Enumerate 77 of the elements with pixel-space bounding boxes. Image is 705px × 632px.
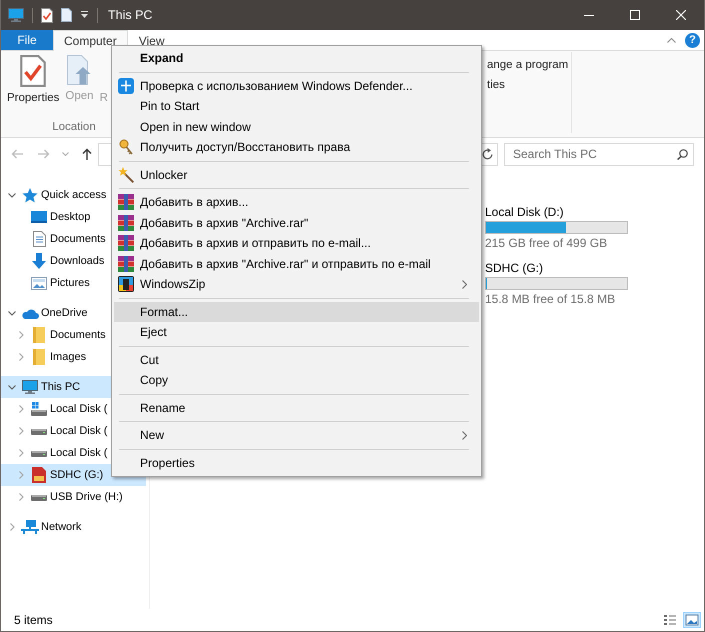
menu-item[interactable]: Eject xyxy=(114,322,479,342)
document-icon xyxy=(32,231,46,247)
menu-item[interactable]: Expand xyxy=(114,48,479,68)
shield-icon xyxy=(118,78,134,94)
monitor-icon xyxy=(22,380,38,394)
drive-icon xyxy=(31,428,47,434)
drive-name: SDHC (G:) xyxy=(485,261,543,275)
free-space-label: 215 GB free of 499 GB xyxy=(485,236,608,250)
desktop-icon xyxy=(31,211,47,223)
nav-item[interactable]: Network xyxy=(1,516,146,538)
help-button[interactable]: ? xyxy=(685,32,700,48)
back-arrow-icon[interactable] xyxy=(11,149,23,159)
chevron-down-icon[interactable] xyxy=(62,152,69,156)
chevron-icon[interactable] xyxy=(8,384,16,390)
details-view-icon[interactable] xyxy=(661,612,679,628)
chevron-icon xyxy=(462,280,467,289)
forward-arrow-icon[interactable] xyxy=(38,149,50,159)
books-icon xyxy=(118,256,134,272)
item-count: 5 items xyxy=(14,613,53,627)
close-icon xyxy=(676,10,686,20)
chevron-up-icon[interactable] xyxy=(667,38,676,42)
maximize-icon xyxy=(630,10,640,20)
drive-icon xyxy=(31,494,47,500)
books-icon xyxy=(118,194,134,210)
chevron-icon[interactable] xyxy=(8,192,16,198)
books-icon xyxy=(118,214,134,231)
cloud-icon xyxy=(21,308,39,318)
sd-card-icon xyxy=(32,467,46,483)
file-tab[interactable]: File xyxy=(1,30,53,50)
nav-item[interactable]: USB Drive (H:) xyxy=(1,486,146,508)
down-arrow-icon xyxy=(32,253,46,269)
menu-item[interactable]: Добавить в архив "Archive.rar" и отправить по e-mail xyxy=(114,254,479,274)
document-check-icon[interactable] xyxy=(41,8,53,22)
page-icon[interactable] xyxy=(61,8,72,22)
up-arrow-icon[interactable] xyxy=(82,148,92,160)
books-icon xyxy=(118,235,134,252)
folder-icon xyxy=(33,349,45,365)
menu-item[interactable]: Добавить в архив "Archive.rar" xyxy=(114,212,479,233)
chevron-icon xyxy=(462,430,467,440)
drive-name: Local Disk (D:) xyxy=(485,205,564,219)
search-field[interactable]: Search This PC xyxy=(504,142,694,166)
menu-item[interactable]: Format... xyxy=(114,302,479,322)
menu-item[interactable]: Unlocker xyxy=(114,164,479,185)
wand-icon xyxy=(118,166,134,183)
thumbnail-view-icon[interactable] xyxy=(683,612,701,628)
folder-icon xyxy=(33,327,45,343)
chevron-icon[interactable] xyxy=(8,310,16,316)
refresh-icon[interactable] xyxy=(482,148,493,160)
ribbon-button[interactable]: Properties xyxy=(4,55,62,105)
caret-icon[interactable] xyxy=(80,11,89,19)
key-icon xyxy=(119,139,133,156)
page-arrow-icon xyxy=(67,55,92,85)
menu-item[interactable]: Pin to Start xyxy=(114,96,479,116)
menu-item[interactable]: Rename xyxy=(114,398,479,418)
network-icon xyxy=(21,520,39,534)
star-icon xyxy=(22,188,38,202)
monitor-icon[interactable] xyxy=(8,8,24,22)
ribbon-command[interactable]: ties xyxy=(487,78,505,92)
ribbon-command[interactable]: ange a program xyxy=(487,58,568,72)
menu-item[interactable]: WindowsZip xyxy=(114,274,479,294)
menu-item[interactable]: Получить доступ/Восстановить права xyxy=(114,137,479,158)
document-check-icon xyxy=(20,55,46,87)
window-title: This PC xyxy=(108,8,152,22)
menu-item[interactable]: Добавить в архив и отправить по e-mail... xyxy=(114,233,479,254)
free-space-label: 15.8 MB free of 15.8 MB xyxy=(485,292,616,306)
picture-icon xyxy=(31,276,47,290)
menu-item[interactable]: Open in new window xyxy=(114,116,479,137)
ribbon-tab[interactable]: Computer xyxy=(53,30,128,51)
search-icon[interactable] xyxy=(677,148,688,160)
drive-icon xyxy=(31,450,47,456)
menu-item[interactable]: Cut xyxy=(114,350,479,370)
tile-icon xyxy=(118,276,134,292)
menu-item[interactable]: Проверка с использованием Windows Defender... xyxy=(114,76,479,96)
drive-icon xyxy=(31,402,47,416)
menu-item[interactable]: Добавить в архив... xyxy=(114,192,479,212)
menu-item[interactable]: New xyxy=(114,425,479,446)
minimize-icon xyxy=(584,14,594,16)
